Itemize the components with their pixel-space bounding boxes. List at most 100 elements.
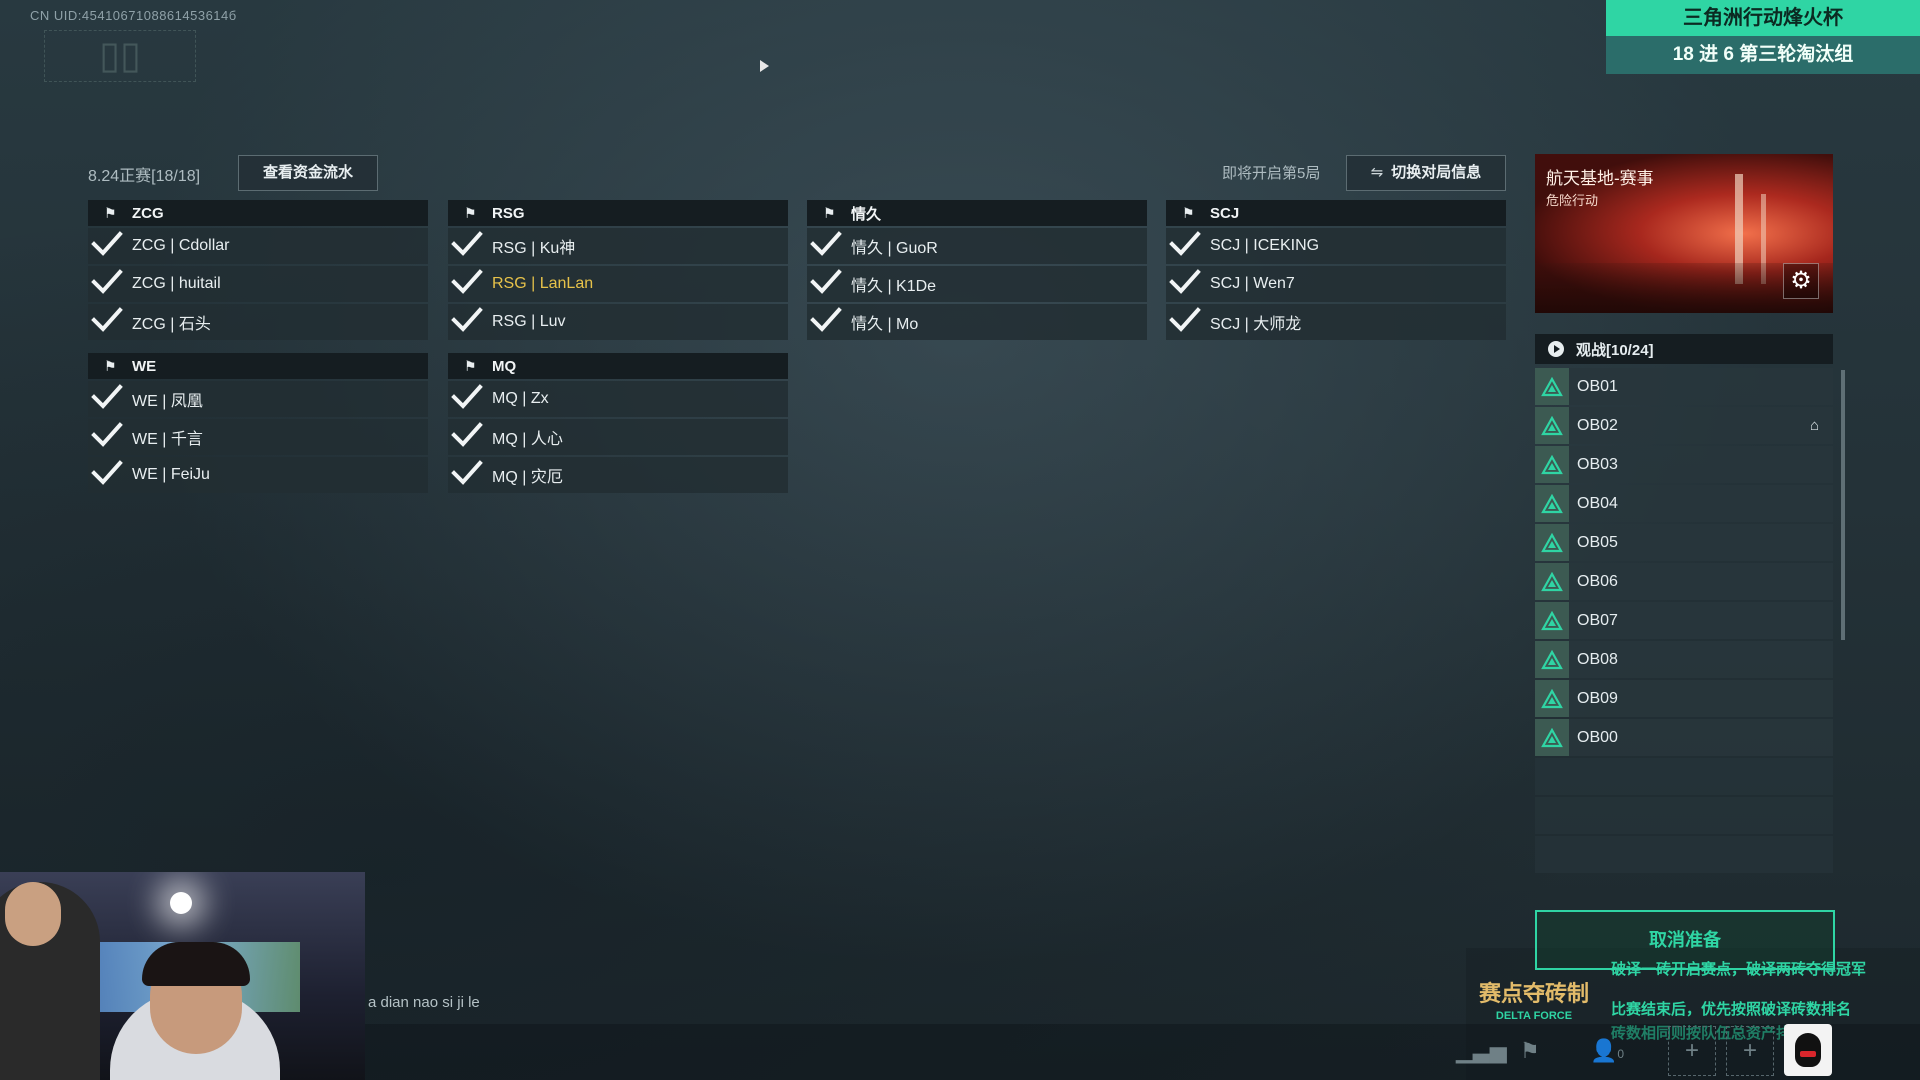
gear-icon[interactable]: ⚙	[1783, 263, 1819, 299]
rules-logo: 赛点夺砖制 DELTA FORCE	[1476, 976, 1592, 1022]
player-row[interactable]: 情久 | GuoR	[807, 228, 1147, 264]
flag-icon: ⚑	[104, 357, 117, 374]
player-name: SCJ | 大师龙	[1210, 316, 1302, 333]
player-row[interactable]: MQ | 灾厄	[448, 457, 788, 493]
spectator-slot-label: OB03	[1577, 455, 1618, 473]
check-icon	[1166, 267, 1210, 302]
player-name: 情久 | Mo	[851, 316, 919, 333]
mouse-cursor	[760, 60, 769, 72]
spectator-slot-label: OB04	[1577, 494, 1618, 512]
check-icon	[88, 229, 132, 264]
team-header: ⚑ SCJ	[1166, 200, 1506, 226]
team-name: SCJ	[1210, 204, 1240, 222]
player-name: WE | 千言	[132, 431, 203, 448]
event-banner: 三角洲行动烽火杯 18 进 6 第三轮淘汰组	[1606, 0, 1920, 74]
check-icon	[88, 420, 132, 455]
match-label: 8.24正赛[18/18]	[88, 168, 201, 185]
stats-icon[interactable]: ▁▃▅	[1456, 1038, 1507, 1064]
player-row[interactable]: ZCG | Cdollar	[88, 228, 428, 264]
check-icon	[448, 305, 492, 340]
webcam-stage-light	[170, 892, 192, 914]
player-row[interactable]: RSG | Luv	[448, 304, 788, 340]
flag-icon: ⚑	[104, 204, 117, 221]
team-name: 情久	[851, 205, 882, 223]
check-icon	[448, 267, 492, 302]
map-card[interactable]: 航天基地-赛事 危险行动 ⚙	[1535, 154, 1833, 313]
view-funds-button[interactable]: 查看资金流水	[238, 155, 378, 191]
player-name: MQ | Zx	[492, 390, 549, 407]
delta-logo-icon	[1535, 368, 1569, 405]
spectator-empty-slot	[1535, 836, 1833, 873]
rule-line-1: 破译一砖开启赛点，破译两砖夺得冠军	[1611, 961, 1867, 978]
check-icon	[88, 267, 132, 302]
team-block: ⚑ WE WE | 凤凰 WE | 千言 WE | FeiJu	[88, 353, 428, 493]
spectator-slot-label: OB01	[1577, 377, 1618, 395]
spectator-slot[interactable]: OB07	[1535, 602, 1833, 639]
team-block: ⚑ 情久 情久 | GuoR 情久 | K1De 情久 | Mo	[807, 200, 1147, 340]
player-row[interactable]: ZCG | huitail	[88, 266, 428, 302]
player-name: ZCG | huitail	[132, 275, 221, 292]
team-name: MQ	[492, 357, 517, 375]
team-name: ZCG	[132, 204, 164, 222]
player-name: WE | 凤凰	[132, 393, 203, 410]
chat-message: a dian nao si ji le	[368, 994, 480, 1011]
spectator-slot[interactable]: OB09	[1535, 680, 1833, 717]
delta-logo-icon	[1535, 407, 1569, 444]
player-row[interactable]: RSG | LanLan	[448, 266, 788, 302]
player-name: 情久 | GuoR	[851, 240, 938, 257]
spectator-empty-slot	[1535, 758, 1833, 795]
team-name: WE	[132, 357, 157, 375]
player-row[interactable]: 情久 | Mo	[807, 304, 1147, 340]
player-row[interactable]: MQ | Zx	[448, 381, 788, 417]
delta-logo-icon	[1535, 602, 1569, 639]
rules-logo-sub: DELTA FORCE	[1495, 1010, 1573, 1022]
spectator-slot[interactable]: OB02 ⌂	[1535, 407, 1833, 444]
spectator-slot[interactable]: OB00	[1535, 719, 1833, 756]
player-row[interactable]: WE | 凤凰	[88, 381, 428, 417]
spectator-slot[interactable]: OB05	[1535, 524, 1833, 561]
player-row[interactable]: WE | FeiJu	[88, 457, 428, 493]
team-header: ⚑ ZCG	[88, 200, 428, 226]
team-header: ⚑ RSG	[448, 200, 788, 226]
map-name: 航天基地-赛事	[1546, 169, 1654, 188]
check-icon	[1166, 229, 1210, 264]
spectator-scrollbar[interactable]	[1841, 370, 1845, 640]
webcam-hair-streamer	[142, 942, 250, 986]
player-name: RSG | LanLan	[492, 275, 594, 292]
player-name: ZCG | 石头	[132, 316, 211, 333]
player-name: SCJ | ICEKING	[1210, 237, 1320, 254]
add-slot-button[interactable]: +	[1668, 1026, 1716, 1076]
spectator-slot-label: OB00	[1577, 728, 1618, 746]
player-row[interactable]: MQ | 人心	[448, 419, 788, 455]
flag-icon[interactable]: ⚑	[1520, 1038, 1540, 1064]
team-block: ⚑ MQ MQ | Zx MQ | 人心 MQ | 灾厄	[448, 353, 788, 493]
player-row[interactable]: 情久 | K1De	[807, 266, 1147, 302]
spectator-slot[interactable]: OB04	[1535, 485, 1833, 522]
qq-penguin-icon[interactable]	[1784, 1024, 1832, 1076]
add-slot-button[interactable]: +	[1726, 1026, 1774, 1076]
player-row[interactable]: SCJ | ICEKING	[1166, 228, 1506, 264]
switch-match-info-button[interactable]: ⇋ 切换对局信息	[1346, 155, 1506, 191]
friends-icon[interactable]: 👤0	[1590, 1038, 1624, 1064]
map-mode: 危险行动	[1546, 193, 1599, 208]
player-row[interactable]: ZCG | 石头	[88, 304, 428, 340]
player-row[interactable]: SCJ | 大师龙	[1166, 304, 1506, 340]
spectator-slot-label: OB08	[1577, 650, 1618, 668]
delta-logo-icon	[1535, 563, 1569, 600]
spectator-slot-label: OB09	[1577, 689, 1618, 707]
spectator-slot[interactable]: OB01	[1535, 368, 1833, 405]
delta-logo-icon	[1535, 524, 1569, 561]
player-row[interactable]: SCJ | Wen7	[1166, 266, 1506, 302]
spectator-slot[interactable]: OB06	[1535, 563, 1833, 600]
flag-icon: ⚑	[464, 204, 477, 221]
player-row[interactable]: RSG | Ku神	[448, 228, 788, 264]
check-icon	[448, 229, 492, 264]
spectator-slot[interactable]: OB03	[1535, 446, 1833, 483]
delta-logo-icon	[1535, 641, 1569, 678]
spectator-slot[interactable]: OB08	[1535, 641, 1833, 678]
team-block: ⚑ RSG RSG | Ku神 RSG | LanLan RSG | Luv	[448, 200, 788, 340]
player-row[interactable]: WE | 千言	[88, 419, 428, 455]
webcam-face-left	[5, 882, 61, 946]
flag-icon: ⚑	[464, 357, 477, 374]
check-icon	[88, 458, 132, 493]
